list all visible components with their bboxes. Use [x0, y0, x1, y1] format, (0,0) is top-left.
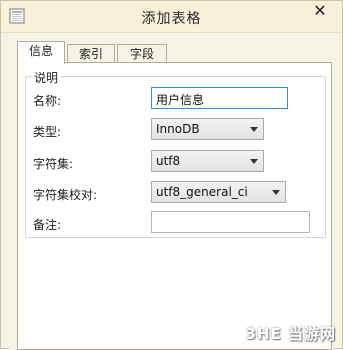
- type-select[interactable]: InnoDB: [151, 118, 264, 140]
- tab-fields[interactable]: 字段: [117, 44, 167, 62]
- description-group: 说明 名称: 用户信息 类型: InnoDB 字符集: utf8 字符集校对: …: [25, 69, 326, 238]
- chevron-down-icon: [250, 159, 258, 164]
- title-bar[interactable]: 添加表格 ✕: [1, 1, 342, 33]
- type-select-value: InnoDB: [156, 122, 200, 136]
- chevron-down-icon: [272, 190, 280, 195]
- chevron-down-icon: [250, 127, 258, 132]
- close-button[interactable]: ✕: [306, 1, 334, 21]
- group-legend: 说明: [32, 69, 61, 86]
- dialog-client-area: 信息 索引 字段 说明 名称: 用户信息 类型: InnoDB 字符集: utf…: [9, 34, 334, 350]
- site-watermark: 3HE 当游网: [245, 325, 336, 343]
- collation-select[interactable]: utf8_general_ci: [151, 181, 286, 203]
- tab-index[interactable]: 索引: [67, 44, 115, 62]
- tab-info[interactable]: 信息: [17, 41, 65, 64]
- dialog-window: 添加表格 ✕ 信息 索引 字段 说明 名称: 用户信息 类型: InnoDB 字…: [0, 0, 343, 350]
- charset-select[interactable]: utf8: [151, 150, 264, 172]
- charset-select-value: utf8: [156, 154, 181, 168]
- comment-label: 备注:: [33, 218, 62, 232]
- collation-label: 字符集校对:: [33, 188, 98, 202]
- collation-select-value: utf8_general_ci: [156, 185, 248, 199]
- name-label: 名称:: [33, 94, 62, 108]
- type-label: 类型:: [33, 125, 62, 139]
- close-icon: ✕: [313, 1, 327, 20]
- charset-label: 字符集:: [33, 157, 74, 171]
- window-title: 添加表格: [141, 11, 202, 27]
- comment-field[interactable]: [151, 211, 310, 233]
- name-field[interactable]: 用户信息: [151, 87, 288, 109]
- tab-panel-info: 说明 名称: 用户信息 类型: InnoDB 字符集: utf8 字符集校对: …: [17, 62, 332, 350]
